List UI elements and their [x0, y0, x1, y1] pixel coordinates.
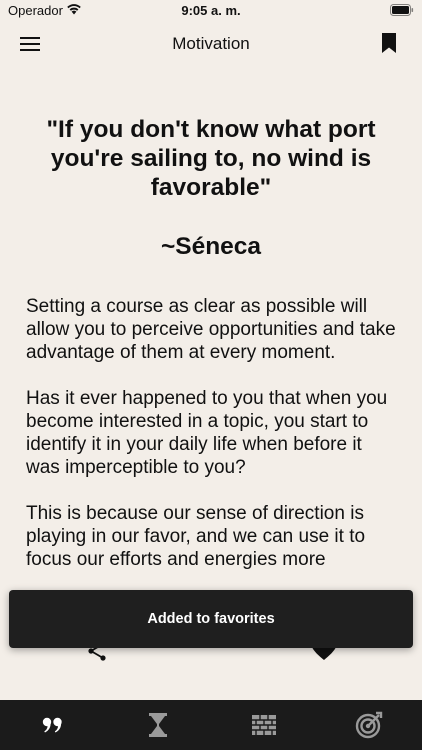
tab-hourglass[interactable] — [106, 700, 212, 750]
tab-wall[interactable] — [211, 700, 317, 750]
tab-goals[interactable] — [317, 700, 422, 750]
battery-icon — [390, 4, 414, 19]
tab-bar — [0, 700, 422, 750]
bookmark-icon — [382, 33, 396, 53]
body-paragraph: Setting a course as clear as possible wi… — [26, 296, 396, 363]
brick-wall-icon — [251, 715, 276, 735]
page-title: Motivation — [172, 34, 250, 53]
body-paragraph: This is because our sense of direction i… — [26, 503, 366, 570]
tab-quotes[interactable] — [0, 700, 106, 750]
status-time: 9:05 a. m. — [181, 3, 241, 18]
toast-message: Added to favorites — [147, 611, 275, 627]
quote-author: ~Séneca — [160, 233, 262, 260]
bookmark-button[interactable] — [380, 32, 398, 56]
toast-notification: Added to favorites — [9, 590, 413, 648]
quote-content[interactable]: "If you don't know what port you're sail… — [0, 66, 422, 590]
status-bar: Operador 9:05 a. m. — [0, 0, 422, 22]
quote-text: "If you don't know what port you're sail… — [46, 116, 376, 201]
target-icon — [356, 711, 383, 739]
quote-icon — [42, 717, 62, 733]
navigation-bar: Motivation — [0, 22, 422, 66]
hourglass-icon — [149, 713, 168, 737]
body-paragraph: Has it ever happened to you that when yo… — [26, 388, 388, 478]
